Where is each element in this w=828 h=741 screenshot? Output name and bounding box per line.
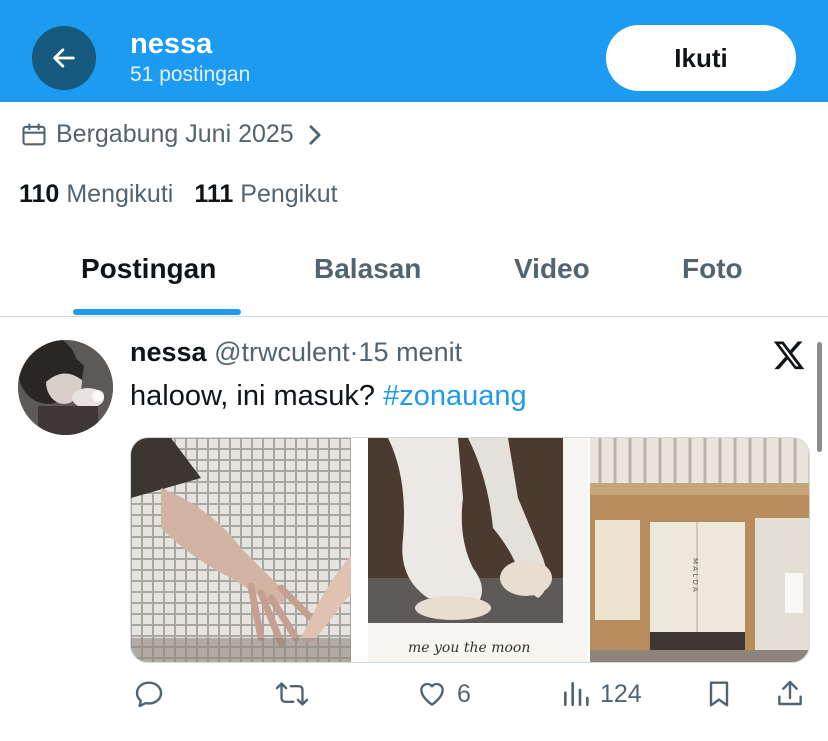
post-header: nessa @trwculent·15 menit	[130, 337, 462, 368]
tab-postingan[interactable]: Postingan	[81, 253, 216, 285]
post-media-grid: me you the moon M A L D A	[130, 437, 810, 663]
profile-tabs: Postingan Balasan Video Foto	[0, 240, 828, 317]
post-body: haloow, ini masuk?	[130, 380, 384, 412]
following-label: Mengikuti	[66, 180, 174, 208]
bookmark-button[interactable]	[703, 678, 735, 710]
profile-header: nessa 51 postingan Ikuti	[0, 0, 828, 102]
header-post-count: 51 postingan	[130, 63, 251, 86]
joined-date-text: Bergabung Juni 2025	[56, 120, 294, 148]
repost-button[interactable]	[275, 678, 317, 710]
back-button[interactable]	[32, 26, 96, 90]
tab-balasan[interactable]: Balasan	[314, 253, 421, 285]
like-count: 6	[457, 679, 471, 708]
tab-foto[interactable]: Foto	[682, 253, 743, 285]
following-link[interactable]: 110 Mengikuti	[19, 180, 173, 209]
followers-link[interactable]: 111 Pengikut	[194, 180, 337, 209]
post-timestamp[interactable]: 15 menit	[359, 337, 463, 367]
media-image-hands[interactable]	[131, 438, 352, 662]
store-sign: M A L D A	[691, 558, 699, 592]
post-author-handle[interactable]: @trwculent	[214, 337, 349, 367]
heart-icon	[420, 682, 444, 706]
bar-chart-icon	[564, 682, 589, 706]
post-text: haloow, ini masuk? #zonauang	[130, 380, 527, 413]
post-meta-separator: ·	[349, 337, 359, 367]
x-logo-icon[interactable]	[772, 338, 806, 372]
reply-button[interactable]	[133, 678, 173, 710]
share-button[interactable]	[774, 678, 806, 710]
chevron-right-icon	[306, 124, 324, 146]
follow-button[interactable]: Ikuti	[606, 25, 796, 91]
joined-date-row[interactable]: Bergabung Juni 2025	[20, 120, 324, 149]
active-tab-indicator	[73, 309, 241, 315]
media-image-storefront[interactable]: M A L D A	[589, 438, 809, 662]
media-caption: me you the moon	[408, 640, 530, 656]
tab-video[interactable]: Video	[514, 253, 590, 285]
like-button[interactable]: 6	[415, 678, 471, 710]
arrow-left-icon	[53, 48, 75, 68]
avatar[interactable]	[18, 340, 113, 435]
reply-icon	[135, 681, 163, 708]
repost-icon	[275, 682, 309, 706]
media-image-shoes[interactable]: me you the moon	[368, 438, 588, 662]
calendar-icon	[20, 121, 48, 149]
views-button[interactable]: 124	[560, 678, 642, 710]
post-actions: 6 124	[0, 678, 828, 728]
post-hashtag[interactable]: #zonauang	[383, 380, 527, 412]
following-count: 110	[19, 180, 60, 208]
followers-label: Pengikut	[240, 180, 338, 208]
header-profile-name: nessa	[130, 28, 213, 60]
followers-count: 111	[194, 180, 234, 208]
follow-stats: 110 Mengikuti 111 Pengikut	[19, 180, 359, 209]
share-icon	[778, 680, 802, 706]
view-count: 124	[600, 679, 642, 708]
bookmark-icon	[709, 681, 729, 707]
scrollbar[interactable]	[817, 342, 822, 452]
post-author-name[interactable]: nessa	[130, 337, 207, 367]
